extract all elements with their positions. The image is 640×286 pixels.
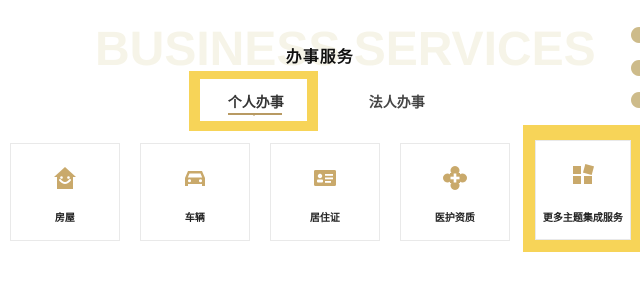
active-tab-caret bbox=[251, 113, 257, 116]
service-card-vehicle[interactable]: 车辆 bbox=[140, 143, 250, 241]
car-icon bbox=[185, 171, 205, 186]
card-label: 车辆 bbox=[185, 213, 205, 224]
side-dot-icon bbox=[631, 60, 640, 76]
tab-personal-services[interactable]: 个人办事 bbox=[228, 92, 284, 112]
service-card-more-themes[interactable]: 更多主题集成服务 bbox=[535, 140, 631, 240]
medical-cross-icon bbox=[443, 166, 467, 190]
card-label: 更多主题集成服务 bbox=[543, 213, 623, 224]
service-card-medical-qualification[interactable]: 医护资质 bbox=[400, 143, 510, 241]
section-title: 办事服务 bbox=[285, 47, 354, 66]
house-icon bbox=[54, 167, 76, 189]
grid-apps-icon bbox=[573, 163, 595, 184]
service-card-residence-permit[interactable]: 居住证 bbox=[270, 143, 380, 241]
service-card-housing[interactable]: 房屋 bbox=[10, 143, 120, 241]
card-label: 居住证 bbox=[310, 213, 340, 224]
side-dot-icon bbox=[631, 27, 640, 43]
id-card-icon bbox=[314, 170, 336, 186]
side-dot-icon bbox=[631, 92, 640, 108]
card-label: 房屋 bbox=[55, 213, 75, 224]
card-label: 医护资质 bbox=[435, 213, 475, 224]
tab-legal-entity-services[interactable]: 法人办事 bbox=[369, 92, 425, 112]
